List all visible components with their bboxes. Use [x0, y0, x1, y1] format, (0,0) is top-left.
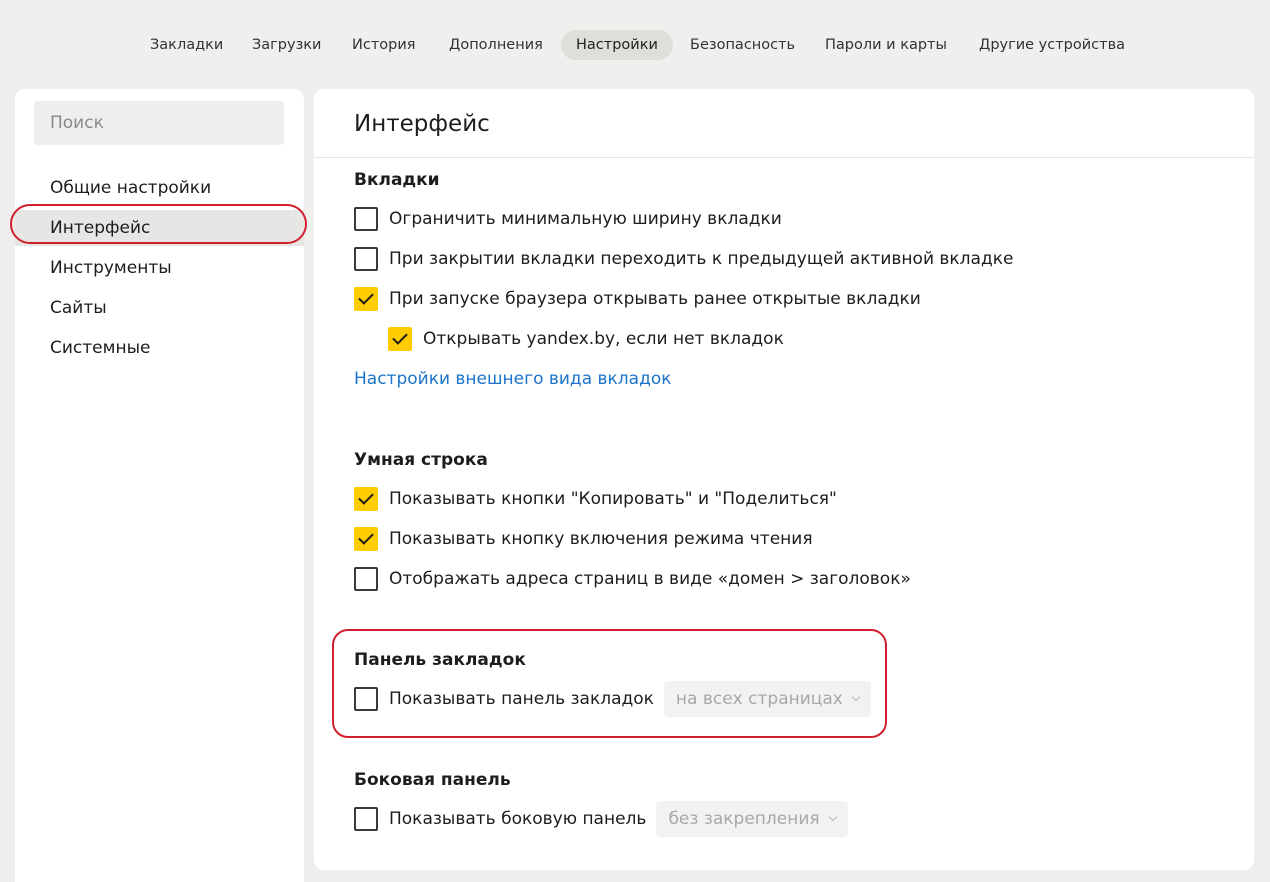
checkbox-open-yandex[interactable] [388, 327, 412, 351]
option-label: Показывать боковую панель [389, 809, 647, 829]
title-divider [314, 157, 1254, 158]
tab-bookmarks[interactable]: Закладки [135, 30, 238, 60]
settings-sidebar: Общие настройки Интерфейс Инструменты Са… [15, 89, 304, 882]
page-title: Интерфейс [354, 111, 490, 137]
checkbox-show-side-panel[interactable] [354, 807, 378, 831]
tab-security[interactable]: Безопасность [675, 30, 810, 60]
sidebar-item-interface[interactable]: Интерфейс [15, 210, 304, 246]
option-show-side-panel[interactable]: Показывать боковую панель без закреплени… [354, 801, 848, 837]
search-input[interactable] [34, 101, 284, 145]
top-navigation: Закладки Загрузки История Дополнения Нас… [0, 30, 1270, 60]
sidebar-item-sites[interactable]: Сайты [15, 290, 304, 326]
option-label: Отображать адреса страниц в виде «домен … [389, 569, 911, 589]
checkbox-reading-mode-button[interactable] [354, 527, 378, 551]
option-label: Открывать yandex.by, если нет вкладок [423, 329, 784, 349]
tab-extensions[interactable]: Дополнения [434, 30, 558, 60]
option-restore-tabs[interactable]: При запуске браузера открывать ранее отк… [354, 287, 921, 311]
section-title-tabs: Вкладки [354, 170, 440, 190]
tab-other-devices[interactable]: Другие устройства [964, 30, 1140, 60]
tab-passwords-and-cards[interactable]: Пароли и карты [810, 30, 962, 60]
sidebar-item-system[interactable]: Системные [15, 330, 304, 366]
checkbox-show-bookmarks-bar[interactable] [354, 687, 378, 711]
option-label: При запуске браузера открывать ранее отк… [389, 289, 921, 309]
checkbox-close-tab-go-previous[interactable] [354, 247, 378, 271]
section-title-smartbar: Умная строка [354, 450, 488, 470]
tab-settings[interactable]: Настройки [561, 30, 673, 60]
option-label: Показывать кнопку включения режима чтени… [389, 529, 813, 549]
chevron-down-icon [851, 692, 861, 702]
section-title-side-panel: Боковая панель [354, 770, 511, 790]
option-label: Показывать кнопки "Копировать" и "Подели… [389, 489, 837, 509]
side-panel-select[interactable]: без закрепления [656, 801, 848, 837]
sidebar-item-tools[interactable]: Инструменты [15, 250, 304, 286]
checkbox-restore-tabs[interactable] [354, 287, 378, 311]
checkbox-copy-share-buttons[interactable] [354, 487, 378, 511]
option-copy-share-buttons[interactable]: Показывать кнопки "Копировать" и "Подели… [354, 487, 837, 511]
chevron-down-icon [828, 812, 837, 822]
option-close-tab-go-previous[interactable]: При закрытии вкладки переходить к предыд… [354, 247, 1013, 271]
tab-downloads[interactable]: Загрузки [237, 30, 336, 60]
option-show-bookmarks-bar[interactable]: Показывать панель закладок на всех стран… [354, 681, 871, 717]
option-label: При закрытии вкладки переходить к предыд… [389, 249, 1014, 269]
option-reading-mode-button[interactable]: Показывать кнопку включения режима чтени… [354, 527, 813, 551]
select-value: без закрепления [668, 809, 820, 829]
bookmarks-bar-select[interactable]: на всех страницах [663, 681, 871, 717]
sidebar-item-general[interactable]: Общие настройки [15, 170, 304, 206]
checkbox-domain-title-address[interactable] [354, 567, 378, 591]
option-label: Ограничить минимальную ширину вкладки [389, 209, 782, 229]
tab-history[interactable]: История [337, 30, 431, 60]
select-value: на всех страницах [675, 689, 843, 709]
option-open-yandex[interactable]: Открывать yandex.by, если нет вкладок [388, 327, 784, 351]
settings-main-panel: Интерфейс Вкладки Ограничить минимальную… [314, 89, 1254, 870]
option-label: Показывать панель закладок [389, 689, 654, 709]
section-title-bookmarks-bar: Панель закладок [354, 650, 526, 670]
option-domain-title-address[interactable]: Отображать адреса страниц в виде «домен … [354, 567, 911, 591]
tabs-appearance-link[interactable]: Настройки внешнего вида вкладок [354, 369, 672, 389]
checkbox-min-tab-width[interactable] [354, 207, 378, 231]
option-min-tab-width[interactable]: Ограничить минимальную ширину вкладки [354, 207, 782, 231]
